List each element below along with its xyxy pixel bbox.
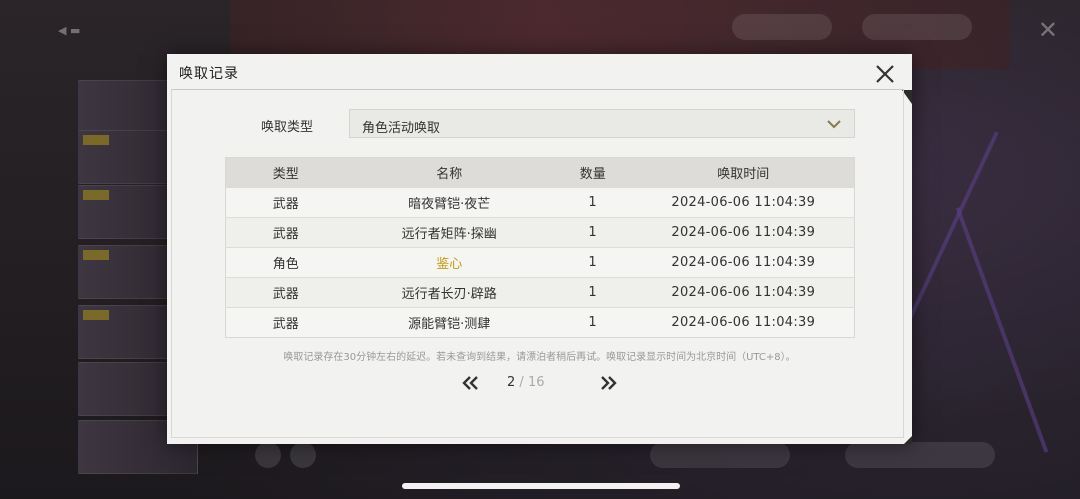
next-page-button[interactable] [598, 374, 620, 392]
table-row: 武器 远行者矩阵·探幽 1 2024-06-06 11:04:39 [225, 217, 855, 248]
row-quantity: 1 [552, 217, 633, 248]
row-quantity: 1 [552, 247, 633, 278]
row-type: 角色 [225, 247, 346, 278]
pull-type-value: 角色活动唤取 [362, 121, 441, 136]
row-name: 远行者长刃·辟路 [345, 277, 553, 308]
close-button[interactable] [872, 61, 898, 87]
row-name: 鉴心 [345, 247, 553, 278]
home-indicator[interactable] [402, 483, 680, 489]
row-name: 远行者矩阵·探幽 [345, 217, 553, 248]
pull-history-dialog: 唤取记录 唤取类型 角色活动唤取 类型 名称 数量 唤取时间 武器 暗夜臂铠·夜… [167, 54, 912, 444]
row-time: 2024-06-06 11:04:39 [632, 247, 855, 278]
total-pages: 16 [527, 375, 545, 390]
double-chevron-right-icon [601, 376, 617, 390]
double-chevron-left-icon [462, 376, 478, 390]
delay-notice: 唤取记录存在30分钟左右的延迟。若未查询到结果，请漂泊者稍后再试。唤取记录显示时… [283, 352, 796, 363]
page-separator: / [515, 375, 528, 390]
background-currency-pill [862, 14, 972, 40]
table-header-row: 类型 名称 数量 唤取时间 [225, 157, 855, 188]
row-time: 2024-06-06 11:04:39 [632, 307, 855, 338]
prev-page-button[interactable] [459, 374, 481, 392]
row-type: 武器 [225, 187, 346, 218]
background-pull-button [650, 442, 790, 468]
background-round-button [255, 442, 281, 468]
header-quantity: 数量 [552, 157, 633, 188]
background-currency-pill [732, 14, 832, 40]
table-row: 武器 远行者长刃·辟路 1 2024-06-06 11:04:39 [225, 277, 855, 308]
close-x-icon [876, 65, 894, 83]
pull-type-select[interactable]: 角色活动唤取 [349, 109, 855, 138]
row-type: 武器 [225, 277, 346, 308]
dialog-title: 唤取记录 [179, 66, 239, 82]
title-divider [171, 89, 904, 90]
table-row: 武器 暗夜臂铠·夜芒 1 2024-06-06 11:04:39 [225, 187, 855, 218]
pull-records-table: 类型 名称 数量 唤取时间 武器 暗夜臂铠·夜芒 1 2024-06-06 11… [225, 157, 855, 338]
row-name: 源能臂铠·测肆 [345, 307, 553, 338]
background-decoration [955, 207, 1049, 453]
row-name: 暗夜臂铠·夜芒 [345, 187, 553, 218]
row-type: 武器 [225, 217, 346, 248]
row-time: 2024-06-06 11:04:39 [632, 277, 855, 308]
header-pull-time: 唤取时间 [632, 157, 855, 188]
header-name: 名称 [345, 157, 553, 188]
table-row: 武器 源能臂铠·测肆 1 2024-06-06 11:04:39 [225, 307, 855, 338]
row-quantity: 1 [552, 187, 633, 218]
corner-decoration [902, 90, 912, 104]
background-round-button [290, 442, 316, 468]
row-time: 2024-06-06 11:04:39 [632, 187, 855, 218]
row-type: 武器 [225, 307, 346, 338]
table-row: 角色 鉴心 1 2024-06-06 11:04:39 [225, 247, 855, 278]
row-quantity: 1 [552, 277, 633, 308]
corner-decoration [904, 436, 912, 444]
header-type: 类型 [225, 157, 346, 188]
page-indicator: 2 / 16 [507, 375, 577, 390]
pull-type-label: 唤取类型 [261, 120, 314, 135]
row-quantity: 1 [552, 307, 633, 338]
pagination: 2 / 16 [167, 374, 912, 394]
back-icon: ◀ ▬ [58, 24, 81, 37]
row-time: 2024-06-06 11:04:39 [632, 217, 855, 248]
background-close-icon: ✕ [1037, 16, 1058, 44]
background-pull-button [845, 442, 995, 468]
chevron-down-icon [827, 120, 841, 129]
